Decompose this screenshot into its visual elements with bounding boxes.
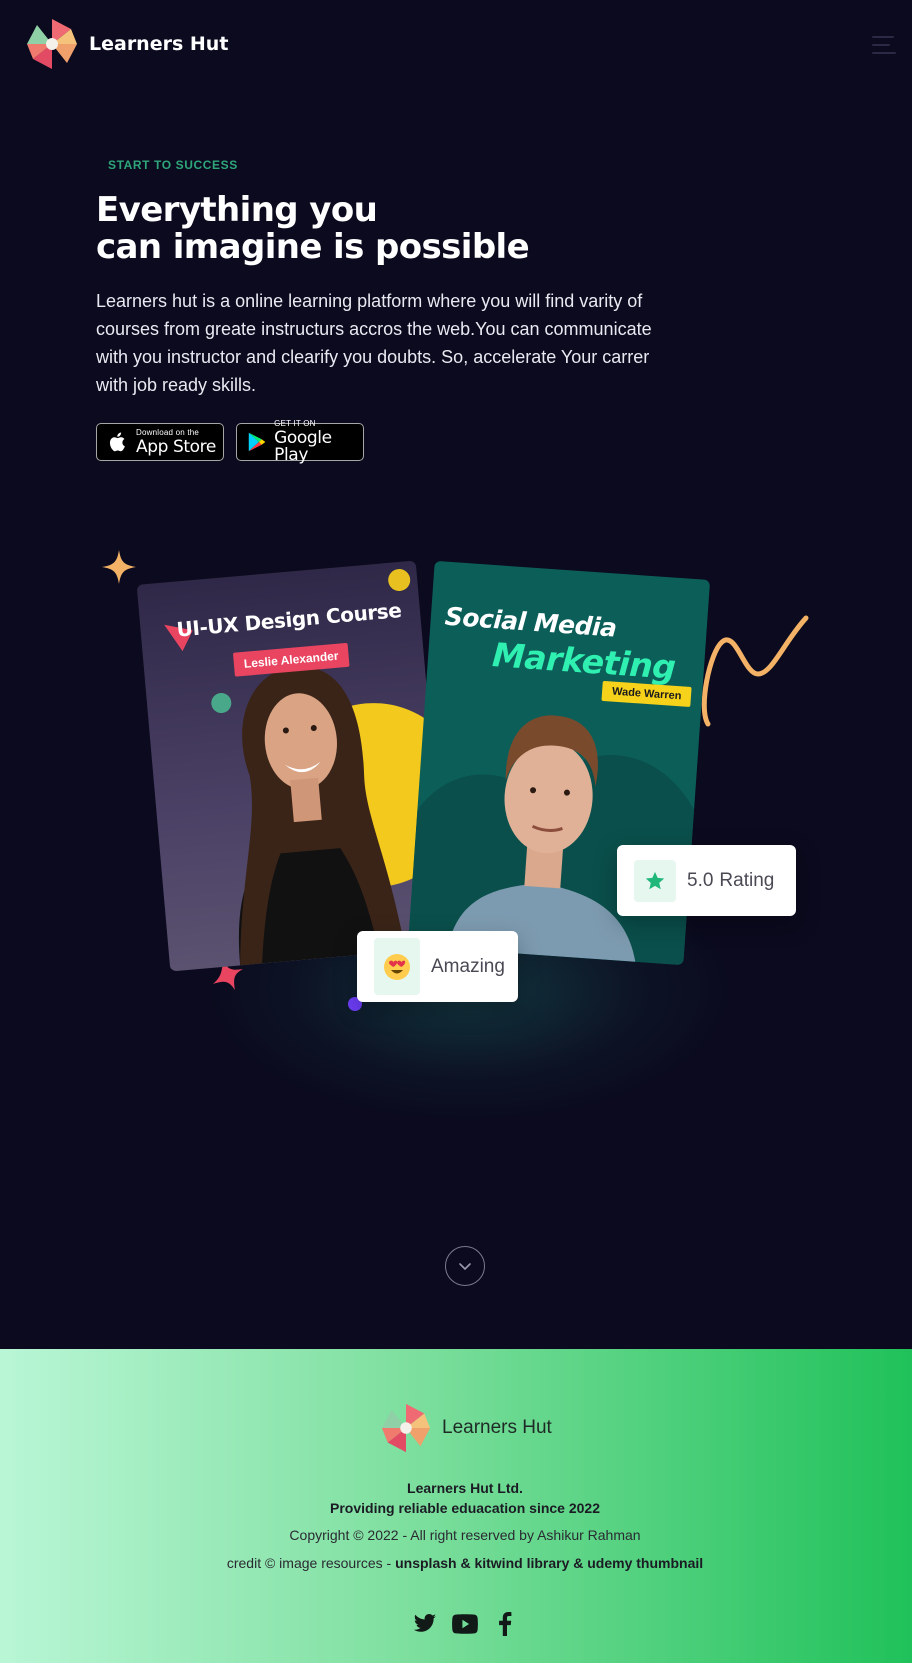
- rating-label: Rating: [719, 869, 775, 891]
- star-icon: [645, 871, 665, 889]
- heart-eyes-emoji-icon: [384, 953, 410, 980]
- sparkle-orange-icon: [102, 550, 136, 584]
- footer-copyright: Copyright © 2022 - All right reserved by…: [289, 1527, 641, 1543]
- youtube-icon[interactable]: [452, 1611, 478, 1637]
- facebook-icon[interactable]: [492, 1611, 518, 1637]
- hero-title: Everything you can imagine is possible: [96, 192, 656, 266]
- rating-badge-icon-box: [634, 859, 676, 902]
- google-play-icon: [248, 432, 266, 452]
- site-footer: Learners Hut Learners Hut Ltd. Providing…: [0, 1349, 912, 1663]
- hero-description: Learners hut is a online learning platfo…: [96, 291, 652, 395]
- google-play-label: Google Play: [274, 428, 332, 465]
- brand-name: Learners Hut: [89, 33, 229, 55]
- amazing-label: Amazing: [431, 955, 505, 977]
- hamburger-menu-icon[interactable]: [872, 36, 898, 56]
- app-store-small-label: Download on the: [136, 427, 200, 437]
- hero-eyebrow: START TO SUCCESS: [108, 158, 238, 172]
- apple-icon: [109, 432, 125, 452]
- brand-logo[interactable]: Learners Hut: [25, 17, 228, 71]
- footer-brand-logo[interactable]: Learners Hut: [380, 1402, 552, 1454]
- footer-tagline: Providing reliable eduacation since 2022: [330, 1500, 600, 1516]
- footer-credit-sources: unsplash & kitwind library & udemy thumb…: [395, 1555, 704, 1571]
- footer-credit: credit © image resources - unsplash & ki…: [0, 1555, 912, 1571]
- hero-title-line-1: Everything you: [96, 190, 378, 230]
- chevron-down-icon: [459, 1263, 471, 1271]
- app-store-label: App Store: [136, 436, 216, 457]
- app-store-button[interactable]: Download on the App Store: [96, 423, 224, 461]
- rating-badge: 5.0 Rating: [617, 845, 796, 916]
- twitter-icon[interactable]: [412, 1611, 438, 1637]
- pinwheel-logo-icon: [27, 19, 77, 69]
- rating-value: 5.0: [687, 869, 714, 891]
- squiggle-decoration-icon: [701, 615, 809, 727]
- footer-company: Learners Hut Ltd. Providing reliable edu…: [0, 1478, 912, 1518]
- google-play-small-label: GET IT ON: [274, 419, 316, 428]
- site-header: Learners Hut: [0, 0, 912, 90]
- footer-company-name: Learners Hut Ltd.: [407, 1480, 523, 1496]
- pinwheel-logo-icon: [381, 1403, 431, 1453]
- amazing-badge: Amazing: [357, 931, 518, 1002]
- scroll-down-button[interactable]: [445, 1246, 485, 1286]
- google-play-button[interactable]: GET IT ON Google Play: [236, 419, 364, 465]
- footer-credit-prefix: credit © image resources -: [226, 1555, 396, 1571]
- amazing-badge-icon-box: [374, 938, 420, 995]
- social-links: [412, 1611, 532, 1637]
- hero-title-line-2: can imagine is possible: [96, 227, 530, 267]
- footer-brand-name: Learners Hut: [442, 1417, 552, 1438]
- rating-badge-text: 5.0 Rating: [687, 870, 780, 892]
- course-card-uiux[interactable]: UI-UX Design Course Leslie Alexander: [136, 560, 450, 972]
